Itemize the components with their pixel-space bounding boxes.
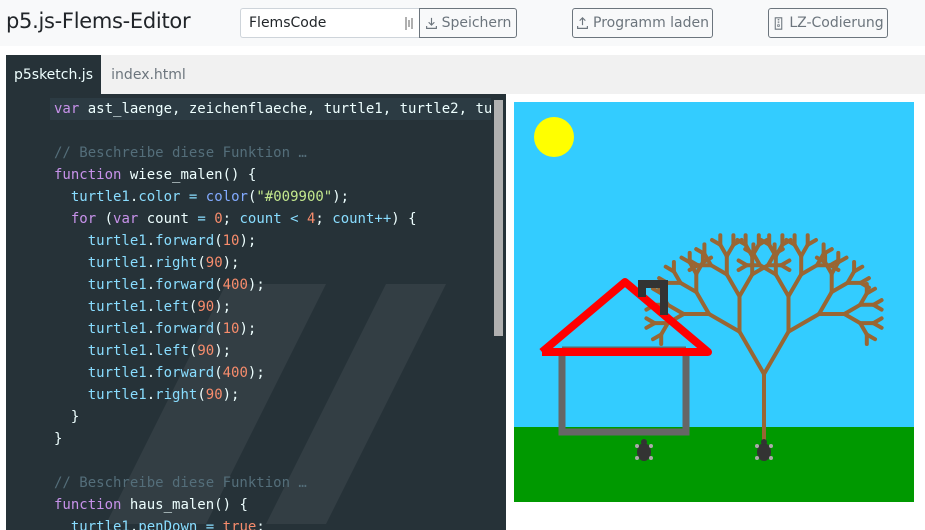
app-title: p5.js-Flems-Editor — [6, 9, 191, 33]
code-line[interactable]: 1var ast_laenge, zeichenflaeche, turtle1… — [50, 98, 491, 120]
code-lines[interactable]: 1var ast_laenge, zeichenflaeche, turtle1… — [50, 98, 491, 530]
code-line[interactable]: 9 turtle1.forward(400); — [50, 274, 491, 296]
code-line[interactable]: 18// Beschreibe diese Funktion … — [50, 472, 491, 494]
tab-p5sketch[interactable]: p5sketch.js — [6, 55, 101, 94]
sketch-canvas[interactable] — [514, 102, 914, 502]
upload-icon — [577, 16, 588, 29]
code-line[interactable]: 12 turtle1.left(90); — [50, 340, 491, 362]
load-program-button[interactable]: Programm laden — [572, 8, 713, 38]
code-line[interactable]: 13 turtle1.forward(400); — [50, 362, 491, 384]
load-button-label: Programm laden — [593, 15, 709, 31]
code-editor[interactable]: 1var ast_laenge, zeichenflaeche, turtle1… — [6, 94, 506, 530]
code-line[interactable]: 11 turtle1.forward(10); — [50, 318, 491, 340]
code-line[interactable]: 6▼ for (var count = 0; count < 4; count+… — [50, 208, 491, 230]
file-zip-icon — [775, 16, 783, 30]
lz-button-label: LZ-Codierung — [789, 15, 884, 31]
code-line[interactable]: 2 — [50, 120, 491, 142]
sketch-output — [514, 102, 914, 502]
save-button-label: Speichern — [441, 15, 512, 31]
app-header: p5.js-Flems-Editor FlemsCode Speichern P… — [0, 0, 925, 46]
password-manager-icon[interactable] — [405, 17, 415, 30]
code-line[interactable]: 17 — [50, 450, 491, 472]
code-line[interactable]: 20 turtle1.penDown = true; — [50, 516, 491, 530]
code-line[interactable]: 19▼function haus_malen() { — [50, 494, 491, 516]
code-line[interactable]: 7 turtle1.forward(10); — [50, 230, 491, 252]
program-name-value: FlemsCode — [249, 15, 327, 31]
program-name-input[interactable]: FlemsCode — [240, 8, 421, 38]
code-line[interactable]: 3// Beschreibe diese Funktion … — [50, 142, 491, 164]
editor-scrollbar-thumb[interactable] — [494, 100, 503, 336]
save-button[interactable]: Speichern — [419, 8, 517, 38]
sun — [534, 117, 574, 157]
file-tabs: p5sketch.js index.html — [6, 55, 925, 94]
code-line[interactable]: 8 turtle1.right(90); — [50, 252, 491, 274]
grass — [514, 427, 914, 502]
code-line[interactable]: 4▼function wiese_malen() { — [50, 164, 491, 186]
editor-gutter — [6, 94, 50, 530]
code-line[interactable]: 14 turtle1.right(90); — [50, 384, 491, 406]
code-line[interactable]: 10 turtle1.left(90); — [50, 296, 491, 318]
lz-encoding-button[interactable]: LZ-Codierung — [768, 8, 888, 38]
code-line[interactable]: 16} — [50, 428, 491, 450]
tab-index-html[interactable]: index.html — [101, 55, 196, 94]
code-line[interactable]: 5 turtle1.color = color("#009900"); — [50, 186, 491, 208]
code-line[interactable]: 15 } — [50, 406, 491, 428]
download-icon — [425, 17, 437, 29]
